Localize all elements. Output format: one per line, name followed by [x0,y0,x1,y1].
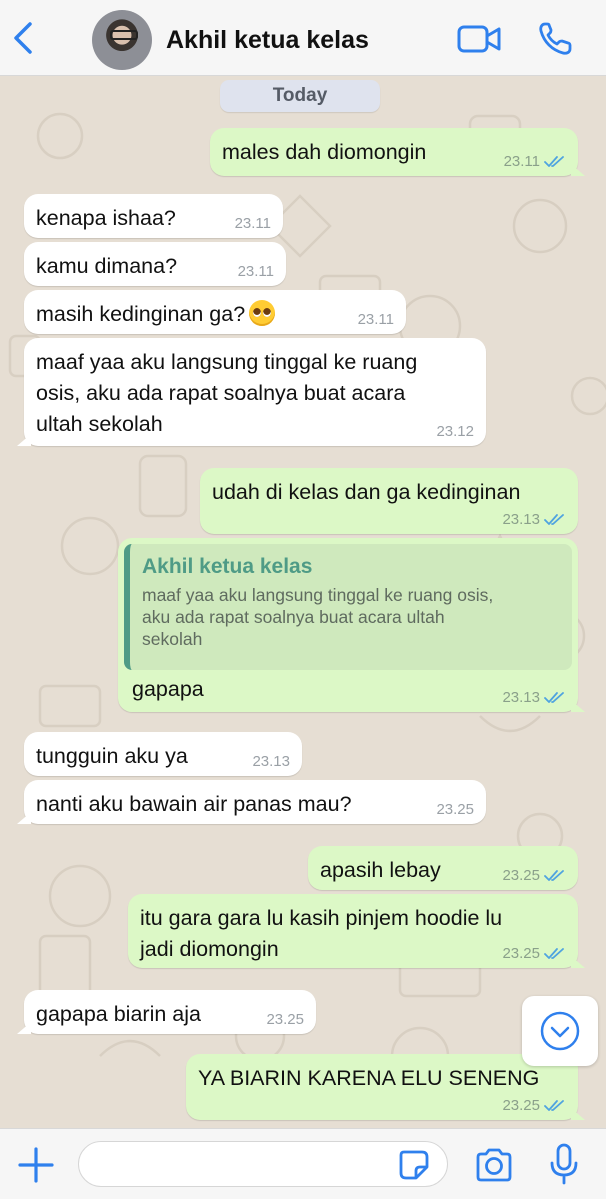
message-time: 23.25 [266,1011,304,1028]
video-camera-icon [457,25,501,53]
message-outgoing[interactable]: udah di kelas dan ga kedinginan 23.13 [200,468,578,534]
message-text: YA BIARIN KARENA ELU SENENG [198,1066,540,1090]
quoted-author: Akhil ketua kelas [142,555,313,578]
chevron-left-icon [14,22,32,54]
contact-name[interactable]: Akhil ketua kelas [166,26,369,55]
message-time: 23.13 [502,511,540,528]
message-input-bar [0,1128,606,1199]
message-time: 23.13 [502,689,540,706]
video-call-button[interactable] [456,22,502,56]
double-check-icon [544,870,564,881]
date-label: Today [220,80,380,112]
double-check-icon [544,692,564,703]
chat-header: Akhil ketua kelas [0,0,606,76]
microphone-button[interactable] [544,1141,584,1189]
chat-area[interactable]: Today males dah diomongin 23.11 kenapa i… [0,76,606,1128]
message-time: 23.13 [252,753,290,770]
message-text: masih kedinginan ga? [36,299,394,330]
message-time: 23.12 [436,423,474,440]
message-incoming[interactable]: tungguin aku ya 23.13 [24,732,302,776]
message-incoming[interactable]: gapapa biarin aja 23.25 [17,990,316,1034]
message-time: 23.11 [237,263,274,280]
plus-icon [18,1147,54,1183]
attach-button[interactable] [14,1143,58,1187]
phone-icon [539,22,572,55]
message-outgoing[interactable]: males dah diomongin 23.11 [210,128,585,176]
sticker-icon [399,1150,429,1180]
quoted-text: maaf yaa aku langsung tinggal ke ruang o… [142,585,494,649]
message-meta: 23.25 [502,945,566,962]
pleading-face-emoji-icon [249,300,276,326]
camera-icon [476,1148,512,1182]
microphone-icon [550,1143,578,1185]
message-input[interactable] [78,1141,448,1187]
message-time: 23.25 [502,867,540,884]
message-time: 23.25 [502,945,540,962]
message-time: 23.11 [357,311,394,328]
message-time: 23.25 [436,801,474,818]
message-text: gapapa [132,677,204,701]
message-meta: 23.11 [504,153,566,170]
message-outgoing[interactable]: YA BIARIN KARENA ELU SENENG 23.25 [186,1054,585,1120]
message-meta: 23.13 [502,511,566,528]
scroll-to-bottom-button[interactable] [522,996,598,1066]
message-incoming[interactable]: nanti aku bawain air panas mau? 23.25 [17,780,486,824]
avatar[interactable] [92,10,152,70]
camera-button[interactable] [472,1145,516,1185]
message-incoming[interactable]: kenapa ishaa? 23.11 [24,194,283,238]
double-check-icon [544,156,564,167]
message-text: nanti aku bawain air panas mau? [36,792,352,816]
message-time: 23.11 [503,153,540,170]
message-incoming[interactable]: maaf yaa aku langsung tinggal ke ruang o… [17,338,486,446]
double-check-icon [544,514,564,525]
quoted-message[interactable]: Akhil ketua kelas maaf yaa aku langsung … [124,544,572,670]
voice-call-button[interactable] [536,20,576,58]
message-outgoing[interactable]: apasih lebay 23.25 [308,846,578,890]
chevron-down-circle-icon [540,1011,580,1051]
message-text: udah di kelas dan ga kedinginan [212,480,521,504]
message-text-body: masih kedinginan ga? [36,302,246,326]
message-outgoing[interactable]: itu gara gara lu kasih pinjem hoodie lu … [128,894,585,968]
message-meta: 23.25 [502,1097,566,1114]
message-time: 23.11 [234,215,271,232]
message-incoming[interactable]: kamu dimana? 23.11 [24,242,286,286]
back-button[interactable] [6,18,42,58]
message-time: 23.25 [502,1097,540,1114]
message-incoming[interactable]: masih kedinginan ga? 23.11 [24,290,406,334]
sticker-button[interactable] [396,1147,432,1183]
double-check-icon [544,1100,564,1111]
message-meta: 23.25 [502,867,566,884]
message-outgoing-reply[interactable]: Akhil ketua kelas maaf yaa aku langsung … [118,538,585,712]
message-text: gapapa biarin aja [36,1002,201,1026]
message-meta: 23.13 [502,689,566,706]
double-check-icon [544,948,564,959]
message-text: maaf yaa aku langsung tinggal ke ruang o… [36,350,418,436]
